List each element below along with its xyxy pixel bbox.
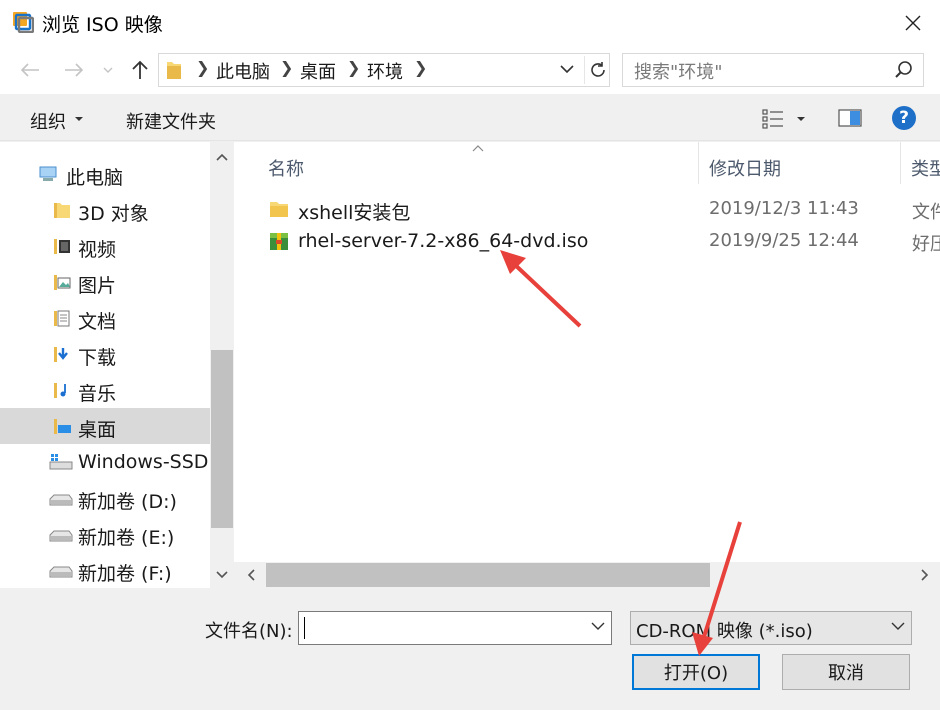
nav-item-label: 桌面 bbox=[78, 419, 117, 441]
forward-button[interactable] bbox=[60, 56, 88, 84]
folder-music-icon bbox=[54, 383, 66, 398]
folder-3d-icon bbox=[54, 203, 70, 218]
folder-video-icon bbox=[54, 239, 70, 254]
chevron-down-icon[interactable] bbox=[558, 60, 576, 78]
nav-item-label: 新加卷 (E:) bbox=[78, 527, 175, 549]
nav-item-label: 视频 bbox=[78, 239, 117, 261]
nav-item-pictures[interactable]: 图片 bbox=[0, 264, 210, 300]
search-placeholder: 搜索"环境" bbox=[634, 62, 723, 83]
breadcrumb-separator[interactable]: ❯ bbox=[414, 58, 427, 77]
refresh-icon bbox=[590, 62, 605, 77]
folder-pictures-icon bbox=[54, 275, 71, 290]
search-icon[interactable] bbox=[894, 60, 914, 80]
open-button[interactable]: 打开(O) bbox=[632, 654, 760, 690]
chevron-left-icon[interactable] bbox=[246, 568, 256, 582]
file-modified: 2019/9/25 12:44 bbox=[709, 230, 859, 251]
nav-item-downloads[interactable]: 下载 bbox=[0, 336, 210, 372]
breadcrumb-env[interactable]: 环境 bbox=[367, 58, 403, 84]
breadcrumb-separator[interactable]: ❯ bbox=[347, 58, 360, 77]
nav-item-label: 此电脑 bbox=[66, 167, 124, 189]
windows-drive-icon bbox=[49, 454, 73, 470]
file-row[interactable]: xshell安装包 2019/12/3 11:43 文件 bbox=[262, 193, 940, 225]
arrow-right-icon bbox=[65, 63, 84, 77]
file-type-filter-value: CD-ROM 映像 (*.iso) bbox=[636, 621, 813, 642]
caret-down-icon[interactable] bbox=[74, 116, 84, 122]
drive-icon bbox=[49, 566, 73, 578]
cancel-button[interactable]: 取消 bbox=[782, 654, 910, 690]
nav-item-music[interactable]: 音乐 bbox=[0, 372, 210, 408]
organize-button[interactable]: 组织 bbox=[30, 108, 66, 134]
refresh-button[interactable] bbox=[584, 56, 610, 84]
up-button[interactable] bbox=[126, 56, 154, 84]
caret-down-icon[interactable] bbox=[796, 116, 806, 122]
hscrollbar-thumb[interactable] bbox=[266, 563, 710, 587]
filename-input[interactable] bbox=[298, 611, 612, 645]
column-divider[interactable] bbox=[900, 142, 901, 184]
chevron-up-icon[interactable] bbox=[215, 152, 229, 162]
column-header-name[interactable]: 名称 bbox=[268, 155, 304, 181]
folder-desktop-icon bbox=[54, 419, 71, 434]
folder-downloads-icon bbox=[54, 347, 68, 362]
column-header-modified[interactable]: 修改日期 bbox=[709, 155, 781, 181]
computer-icon bbox=[39, 166, 57, 181]
breadcrumb-separator[interactable]: ❯ bbox=[196, 58, 209, 77]
nav-item-label: 新加卷 (D:) bbox=[78, 491, 177, 513]
text-caret bbox=[304, 617, 305, 639]
nav-scrollbar-thumb[interactable] bbox=[211, 350, 233, 528]
file-name: rhel-server-7.2-x86_64-dvd.iso bbox=[298, 230, 589, 252]
folder-icon bbox=[270, 202, 288, 217]
file-type: 文件 bbox=[912, 202, 940, 223]
breadcrumb-desktop[interactable]: 桌面 bbox=[300, 58, 336, 84]
drive-icon bbox=[49, 530, 73, 542]
file-name: xshell安装包 bbox=[298, 202, 411, 224]
new-folder-button[interactable]: 新建文件夹 bbox=[126, 108, 216, 134]
nav-item-label: 下载 bbox=[78, 347, 117, 369]
nav-item-3d-objects[interactable]: 3D 对象 bbox=[0, 192, 210, 228]
nav-item-label: 3D 对象 bbox=[78, 203, 149, 225]
nav-item-drive-e[interactable]: 新加卷 (E:) bbox=[0, 516, 210, 552]
nav-item-documents[interactable]: 文档 bbox=[0, 300, 210, 336]
chevron-down-icon[interactable] bbox=[890, 620, 906, 632]
nav-item-label: 图片 bbox=[78, 275, 117, 297]
close-icon bbox=[905, 15, 921, 31]
nav-item-drive-d[interactable]: 新加卷 (D:) bbox=[0, 480, 210, 516]
drive-icon bbox=[49, 494, 73, 506]
nav-item-drive-f[interactable]: 新加卷 (F:) bbox=[0, 552, 210, 588]
view-details-icon[interactable] bbox=[762, 108, 784, 130]
breadcrumb-this-pc[interactable]: 此电脑 bbox=[216, 58, 270, 84]
nav-item-label: 文档 bbox=[78, 311, 117, 333]
column-divider[interactable] bbox=[698, 142, 699, 184]
window-title: 浏览 ISO 映像 bbox=[42, 14, 163, 36]
nav-item-windows-ssd[interactable]: Windows-SSD ( bbox=[0, 444, 222, 480]
preview-pane-icon[interactable] bbox=[838, 108, 862, 128]
nav-item-label: Windows-SSD ( bbox=[78, 451, 222, 473]
column-header-type[interactable]: 类型 bbox=[911, 155, 940, 181]
chevron-down-icon[interactable] bbox=[590, 620, 606, 632]
recent-dropdown[interactable] bbox=[98, 56, 118, 84]
nav-item-desktop[interactable]: 桌面 bbox=[0, 408, 210, 444]
file-modified: 2019/12/3 11:43 bbox=[709, 198, 859, 219]
filename-label: 文件名(N): bbox=[205, 621, 293, 642]
close-button[interactable] bbox=[890, 4, 936, 42]
nav-item-videos[interactable]: 视频 bbox=[0, 228, 210, 264]
folder-icon bbox=[167, 62, 181, 79]
arrow-up-icon bbox=[132, 60, 148, 79]
folder-documents-icon bbox=[54, 310, 70, 327]
help-icon[interactable]: ? bbox=[892, 106, 916, 130]
archive-icon bbox=[270, 233, 288, 250]
chevron-down-icon bbox=[103, 67, 113, 73]
nav-item-label: 音乐 bbox=[78, 383, 117, 405]
chevron-down-icon[interactable] bbox=[215, 570, 229, 580]
back-button[interactable] bbox=[16, 56, 44, 84]
sort-ascending-icon bbox=[472, 145, 484, 152]
nav-item-label: 新加卷 (F:) bbox=[78, 563, 172, 585]
arrow-left-icon bbox=[20, 63, 39, 77]
chevron-right-icon[interactable] bbox=[920, 568, 930, 582]
breadcrumb-separator[interactable]: ❯ bbox=[280, 58, 293, 77]
file-row[interactable]: rhel-server-7.2-x86_64-dvd.iso 2019/9/25… bbox=[262, 225, 940, 257]
file-type: 好压 bbox=[912, 234, 940, 255]
vmware-icon bbox=[13, 12, 34, 33]
nav-item-this-pc[interactable]: 此电脑 bbox=[0, 156, 210, 192]
